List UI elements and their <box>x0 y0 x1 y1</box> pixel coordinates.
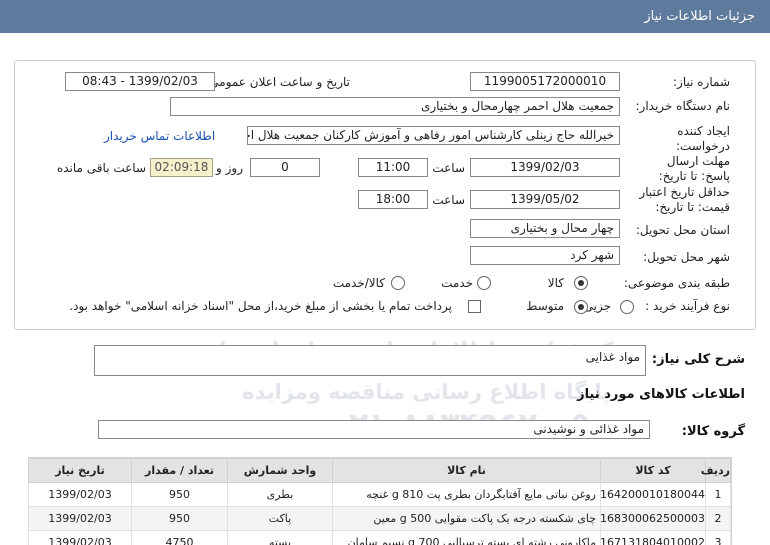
goods-group-field: مواد غذائی و نوشیدنی <box>98 420 650 439</box>
category-option-goods: کالا <box>547 276 564 290</box>
buyer-org-label: نام دستگاه خریدار: <box>635 99 731 113</box>
cell-unit: پاکت <box>227 506 333 531</box>
cell-item-code: 0167131804010002 <box>600 530 706 545</box>
province-field: چهار محال و بختیاری <box>470 219 620 238</box>
cell-row-number: 2 <box>705 506 731 531</box>
cell-item-name: چای شکسته درجه یک پاکت مقوایی 500 g معین <box>332 506 601 531</box>
price-validity-label: حداقل تاریخ اعتبار قیمت: تا تاریخ: <box>639 185 730 214</box>
city-label: شهر محل تحویل: <box>643 250 730 264</box>
need-number-field: 1199005172000010 <box>470 72 620 91</box>
category-option-service: خدمت <box>441 276 473 290</box>
col-header-need-date: تاریخ نیاز <box>28 458 132 483</box>
treasury-payment-checkbox[interactable] <box>468 300 481 313</box>
goods-group-label: گروه کالا: <box>681 424 745 439</box>
process-radio-minor[interactable] <box>620 300 634 314</box>
creator-field: خیرالله حاج زینلی کارشناس امور رفاهی و آ… <box>247 126 620 145</box>
announce-date-field: 1399/02/03 - 08:43 <box>65 72 215 91</box>
remaining-time-label: ساعت باقی مانده <box>56 161 146 175</box>
cell-row-number: 1 <box>705 482 731 507</box>
cell-unit: بسته <box>227 530 333 545</box>
price-time-label: ساعت <box>432 193 465 207</box>
treasury-payment-note: پرداخت تمام یا بخشی از مبلغ خرید،از محل … <box>69 299 452 313</box>
summary-field: مواد غذایی <box>94 345 646 376</box>
col-header-quantity: تعداد / مقدار <box>131 458 228 483</box>
table-row: 3 0167131804010002 ماکارونی رشته ای بسته… <box>28 530 731 545</box>
cell-item-code: 0164200010180044 <box>600 482 706 507</box>
reply-deadline-label: مهلت ارسال پاسخ: تا تاریخ: <box>658 154 730 183</box>
col-header-unit: واحد شمارش <box>227 458 333 483</box>
process-option-medium: متوسط <box>526 299 564 313</box>
page-title-bar: جزئیات اطلاعات نیاز <box>0 0 770 33</box>
category-radio-goods[interactable] <box>574 276 588 290</box>
table-header-row: ردیف کد کالا نام کالا واحد شمارش تعداد /… <box>28 458 731 483</box>
summary-label: شرح کلی نیاز: <box>651 352 745 367</box>
creator-label: ایجاد کننده درخواست: <box>676 124 730 153</box>
cell-row-number: 3 <box>705 530 731 545</box>
cell-need-date: 1399/02/03 <box>28 482 132 507</box>
city-field: شهر کرد <box>470 246 620 265</box>
reply-time-field: 11:00 <box>358 158 428 177</box>
buyer-contact-link[interactable]: اطلاعات تماس خریدار <box>104 129 215 143</box>
cell-need-date: 1399/02/03 <box>28 506 132 531</box>
days-field: 0 <box>250 158 320 177</box>
table-row: 1 0164200010180044 روغن نباتی مایع آفتاب… <box>28 482 731 507</box>
need-number-label: شماره نیاز: <box>673 75 730 89</box>
cell-quantity: 950 <box>131 506 228 531</box>
price-date-field: 1399/05/02 <box>470 190 620 209</box>
remaining-time-field: 02:09:18 <box>150 158 213 177</box>
reply-date-field: 1399/02/03 <box>470 158 620 177</box>
cell-item-name: روغن نباتی مایع آفتابگردان بطری پت 810 g… <box>332 482 601 507</box>
watermark-line-2: پایگاه اطلاع رسانی مناقصه ومزایده <box>242 380 610 404</box>
category-label: طبقه بندی موضوعی: <box>623 276 730 290</box>
cell-need-date: 1399/02/03 <box>28 530 132 545</box>
goods-table: ردیف کد کالا نام کالا واحد شمارش تعداد /… <box>28 457 732 545</box>
page-title: جزئیات اطلاعات نیاز <box>644 9 755 24</box>
buyer-org-field: جمعیت هلال احمر چهارمحال و بختیاری <box>170 97 620 116</box>
price-time-field: 18:00 <box>358 190 428 209</box>
col-header-row-number: ردیف <box>701 458 731 483</box>
cell-quantity: 950 <box>131 482 228 507</box>
col-header-item-name: نام کالا <box>332 458 601 483</box>
days-label: روز و <box>216 161 243 175</box>
cell-quantity: 4750 <box>131 530 228 545</box>
reply-time-label: ساعت <box>432 161 465 175</box>
table-row: 2 0168300062500003 چای شکسته درجه یک پاک… <box>28 506 731 531</box>
cell-item-code: 0168300062500003 <box>600 506 706 531</box>
process-type-label: نوع فرآیند خرید : <box>645 299 730 313</box>
province-label: استان محل تحویل: <box>635 223 730 237</box>
category-radio-service[interactable] <box>477 276 491 290</box>
process-radio-medium[interactable] <box>574 300 588 314</box>
cell-unit: بطری <box>227 482 333 507</box>
cell-item-name: ماکارونی رشته ای بسته ترسیالبی 700 g نسی… <box>332 530 601 545</box>
col-header-item-code: کد کالا <box>600 458 706 483</box>
goods-section-title: اطلاعات کالاهای مورد نیاز <box>577 387 745 402</box>
category-option-goods-service: کالا/خدمت <box>332 276 385 290</box>
category-radio-goods-service[interactable] <box>391 276 405 290</box>
announce-date-label: تاریخ و ساعت اعلان عمومی: <box>205 75 350 89</box>
